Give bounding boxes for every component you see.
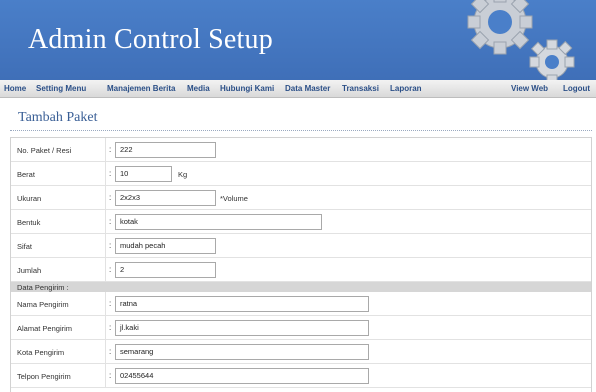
alamat-pengirim-label: Alamat Pengirim — [17, 324, 73, 333]
ukuran-note: *Volume — [220, 194, 248, 203]
colon: : — [109, 217, 112, 226]
nav-media[interactable]: Media — [187, 84, 210, 93]
column-divider — [105, 340, 106, 363]
sifat-input[interactable]: mudah pecah — [115, 238, 216, 254]
nav-data-master[interactable]: Data Master — [285, 84, 330, 93]
berat-input[interactable]: 10 — [115, 166, 172, 182]
colon: : — [109, 371, 112, 380]
column-divider — [105, 234, 106, 257]
row-nama-pengirim: Nama Pengirim : ratna — [11, 292, 591, 316]
alamat-pengirim-input[interactable]: jl.kaki — [115, 320, 369, 336]
nav-hubungi-kami[interactable]: Hubungi Kami — [220, 84, 274, 93]
row-no-paket: No. Paket / Resi : 222 — [11, 138, 591, 162]
ukuran-label: Ukuran — [17, 194, 42, 203]
bentuk-input[interactable]: kotak — [115, 214, 322, 230]
bentuk-label: Bentuk — [17, 218, 41, 227]
column-divider — [105, 364, 106, 387]
column-divider — [105, 316, 106, 339]
column-divider — [105, 258, 106, 281]
app-title: Admin Control Setup — [28, 24, 273, 55]
row-ukuran: Ukuran : 2x2x3 *Volume — [11, 186, 591, 210]
kota-pengirim-label: Kota Pengirim — [17, 348, 65, 357]
nav-transaksi[interactable]: Transaksi — [342, 84, 379, 93]
colon: : — [109, 241, 112, 250]
column-divider — [105, 162, 106, 185]
section-data-pengirim-label: Data Pengirim : — [17, 283, 69, 292]
row-bentuk: Bentuk : kotak — [11, 210, 591, 234]
column-divider — [105, 186, 106, 209]
nama-pengirim-label: Nama Pengirim — [17, 300, 69, 309]
sifat-label: Sifat — [17, 242, 33, 251]
berat-label: Berat — [17, 170, 35, 179]
section-data-pengirim: Data Pengirim : — [11, 282, 591, 292]
row-sifat: Sifat : mudah pecah — [11, 234, 591, 258]
kota-pengirim-input[interactable]: semarang — [115, 344, 369, 360]
row-telpon-pengirim: Telpon Pengirim : 02455644 — [11, 364, 591, 388]
colon: : — [109, 145, 112, 154]
gears-icon — [467, 0, 575, 80]
colon: : — [109, 265, 112, 274]
column-divider — [105, 138, 106, 161]
telpon-pengirim-label: Telpon Pengirim — [17, 372, 71, 381]
berat-unit: Kg — [178, 170, 188, 179]
nav-manajemen-berita[interactable]: Manajemen Berita — [107, 84, 175, 93]
colon: : — [109, 299, 112, 308]
no-paket-input[interactable]: 222 — [115, 142, 216, 158]
nav-home[interactable]: Home — [4, 84, 26, 93]
nav-laporan[interactable]: Laporan — [390, 84, 422, 93]
tambah-paket-form: No. Paket / Resi : 222 Berat : 10 Kg Uku… — [10, 137, 592, 392]
ukuran-input[interactable]: 2x2x3 — [115, 190, 216, 206]
column-divider — [105, 210, 106, 233]
app-header: Admin Control Setup — [0, 0, 596, 80]
colon: : — [109, 193, 112, 202]
nav-view-web[interactable]: View Web — [511, 84, 548, 93]
row-jumlah: Jumlah : 2 — [11, 258, 591, 282]
row-alamat-pengirim: Alamat Pengirim : jl.kaki — [11, 316, 591, 340]
jumlah-label: Jumlah — [17, 266, 42, 275]
colon: : — [109, 323, 112, 332]
column-divider — [105, 292, 106, 315]
colon: : — [109, 169, 112, 178]
page-title: Tambah Paket — [18, 110, 98, 125]
title-divider — [10, 130, 592, 131]
telpon-pengirim-input[interactable]: 02455644 — [115, 368, 369, 384]
colon: : — [109, 347, 112, 356]
nav-logout[interactable]: Logout — [563, 84, 590, 93]
jumlah-input[interactable]: 2 — [115, 262, 216, 278]
row-kota-pengirim: Kota Pengirim : semarang — [11, 340, 591, 364]
main-navbar: Home Setting Menu Manajemen Berita Media… — [0, 80, 596, 98]
nav-setting-menu[interactable]: Setting Menu — [36, 84, 86, 93]
no-paket-label: No. Paket / Resi — [17, 146, 72, 155]
row-berat: Berat : 10 Kg — [11, 162, 591, 186]
nama-pengirim-input[interactable]: ratna — [115, 296, 369, 312]
